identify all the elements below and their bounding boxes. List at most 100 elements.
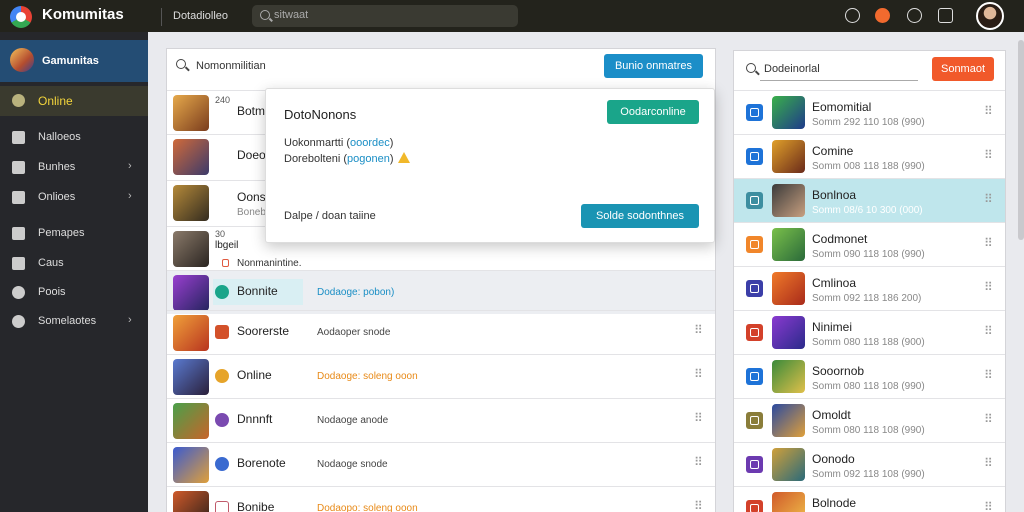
alert-icon	[222, 259, 229, 267]
sidebar-item[interactable]: Pemapes	[0, 222, 148, 246]
search-input[interactable]: sitwaat	[252, 5, 518, 27]
people-icon	[12, 161, 25, 174]
list-item-meta: Somm 092 118 186 200)	[812, 293, 922, 304]
list-item[interactable]: Bonlnoa Somm 08/6 10 300 (000) ⠿	[734, 178, 1005, 222]
drag-handle-icon[interactable]: ⠿	[694, 499, 703, 512]
status-icon	[215, 325, 229, 339]
dialog-link[interactable]: ooordec	[350, 137, 390, 149]
list-item[interactable]: Eomomitial Somm 292 110 108 (990) ⠿	[734, 90, 1005, 134]
row-number: 240	[215, 95, 231, 105]
row-name: Bonnite	[237, 284, 278, 298]
sidebar-item[interactable]: Bunhes ›	[0, 156, 148, 180]
app-icon	[746, 456, 763, 473]
row-status: Nodaoge anode	[317, 415, 389, 426]
divider	[161, 8, 162, 26]
dialog-line-text: Dorebolteni	[284, 153, 341, 165]
table-row[interactable]: Borenote Nodaoge snode ⠿	[167, 442, 715, 486]
dialog-title: DotoNonons	[284, 107, 357, 122]
drag-handle-icon[interactable]: ⠿	[694, 323, 703, 337]
drag-handle-icon[interactable]: ⠿	[694, 455, 703, 469]
game-thumbnail	[173, 403, 209, 439]
game-thumbnail	[772, 360, 805, 393]
user-avatar[interactable]	[976, 2, 1004, 30]
table-row[interactable]: Soorerste Aodaoper snode ⠿	[167, 310, 715, 354]
drag-handle-icon[interactable]: ⠿	[984, 192, 993, 206]
drag-handle-icon[interactable]: ⠿	[984, 456, 993, 470]
row-name: Soorerste	[237, 324, 290, 338]
row-status: Nodaoge snode	[317, 459, 388, 470]
list-item-meta: Somm 080 118 188 (900)	[812, 337, 925, 348]
sidebar-item[interactable]: Poois	[0, 281, 148, 305]
drag-handle-icon[interactable]: ⠿	[984, 412, 993, 426]
game-thumbnail	[173, 185, 209, 221]
status-icon	[215, 285, 229, 299]
list-item[interactable]: Codmonet Somm 090 118 108 (990) ⠿	[734, 222, 1005, 266]
status-dot-icon	[12, 94, 25, 107]
sidebar-item[interactable]: Onlioes ›	[0, 186, 148, 210]
row-name: lbgeil	[215, 240, 239, 251]
scrollbar[interactable]	[1018, 40, 1024, 240]
drag-handle-icon[interactable]: ⠿	[984, 148, 993, 162]
sidebar-header-label: Gamunitas	[42, 55, 99, 67]
sidebar-header[interactable]: Gamunitas	[0, 40, 148, 82]
app-icon	[746, 192, 763, 209]
bookmark-icon	[12, 227, 25, 240]
dialog-link[interactable]: pogonen	[347, 153, 390, 165]
drag-handle-icon[interactable]: ⠿	[984, 236, 993, 250]
app-logo-icon[interactable]	[10, 6, 32, 28]
dialog-primary-button[interactable]: Oodarconline	[607, 100, 699, 124]
list-item-meta: Somm 292 110 108 (990)	[812, 117, 925, 128]
game-thumbnail	[772, 316, 805, 349]
drag-handle-icon[interactable]: ⠿	[984, 368, 993, 382]
row-name: Borenote	[237, 456, 286, 470]
table-row[interactable]: Bonibe Dodaopo: soleng ooon ⠿	[167, 486, 715, 512]
list-item[interactable]: Oonodo Somm 092 118 108 (990) ⠿	[734, 442, 1005, 486]
app-icon	[746, 412, 763, 429]
list-item-name: Omoldt	[812, 408, 851, 422]
panel-search-label[interactable]: Nomonmilitian	[196, 60, 266, 72]
status-icon	[215, 369, 229, 383]
dialog-line: Uokonmartti (ooordec)	[284, 137, 394, 149]
list-item[interactable]: Ninimei Somm 080 118 188 (900) ⠿	[734, 310, 1005, 354]
list-item-name: Bonlnoa	[812, 188, 857, 202]
dialog-secondary-button[interactable]: Solde sodonthnes	[581, 204, 699, 228]
messages-icon[interactable]	[938, 8, 953, 23]
sidebar-item[interactable]: Caus	[0, 252, 148, 276]
table-row[interactable]: Bonnite Dodaoge: pobon)	[167, 270, 715, 314]
panel-action-button[interactable]: Bunio onmatres	[604, 54, 703, 78]
help-icon[interactable]	[907, 8, 922, 23]
app-icon	[746, 324, 763, 341]
game-thumbnail	[772, 492, 805, 512]
table-row[interactable]: Online Dodaoge: soleng ooon ⠿	[167, 354, 715, 398]
game-thumbnail	[772, 140, 805, 173]
notification-icon[interactable]	[875, 8, 890, 23]
list-item[interactable]: Cmlinoa Somm 092 118 186 200) ⠿	[734, 266, 1005, 310]
search-underline	[760, 80, 918, 81]
drag-handle-icon[interactable]: ⠿	[984, 280, 993, 294]
info-icon[interactable]	[845, 8, 860, 23]
list-item[interactable]: Bolnode ⠿	[734, 486, 1005, 512]
list-item[interactable]: Sooornob Somm 080 118 108 (990) ⠿	[734, 354, 1005, 398]
top-link[interactable]: Dotadiolleo	[173, 10, 228, 22]
sidebar-item[interactable]: Nalloeos	[0, 126, 148, 150]
drag-handle-icon[interactable]: ⠿	[984, 324, 993, 338]
drag-handle-icon[interactable]: ⠿	[694, 367, 703, 381]
chevron-right-icon: ›	[128, 160, 132, 172]
right-search-label[interactable]: Dodeinorlal	[764, 63, 820, 75]
drag-handle-icon[interactable]: ⠿	[694, 411, 703, 425]
game-thumbnail	[772, 228, 805, 261]
list-item[interactable]: Omoldt Somm 080 118 108 (990) ⠿	[734, 398, 1005, 442]
search-icon[interactable]	[176, 59, 186, 69]
search-icon[interactable]	[746, 63, 756, 73]
sidebar-item-label: Somelaotes	[38, 315, 97, 327]
list-item[interactable]: Comine Somm 008 118 188 (990) ⠿	[734, 134, 1005, 178]
table-row[interactable]: Dnnnft Nodaoge anode ⠿	[167, 398, 715, 442]
drag-handle-icon[interactable]: ⠿	[984, 500, 993, 512]
list-item-name: Cmlinoa	[812, 276, 857, 290]
drag-handle-icon[interactable]: ⠿	[984, 104, 993, 118]
grid-icon	[12, 191, 25, 204]
right-panel-button[interactable]: Sonmaot	[932, 57, 994, 81]
app-icon	[746, 280, 763, 297]
sidebar-item[interactable]: Somelaotes ›	[0, 310, 148, 334]
sidebar-item-online[interactable]: Online	[0, 86, 148, 116]
